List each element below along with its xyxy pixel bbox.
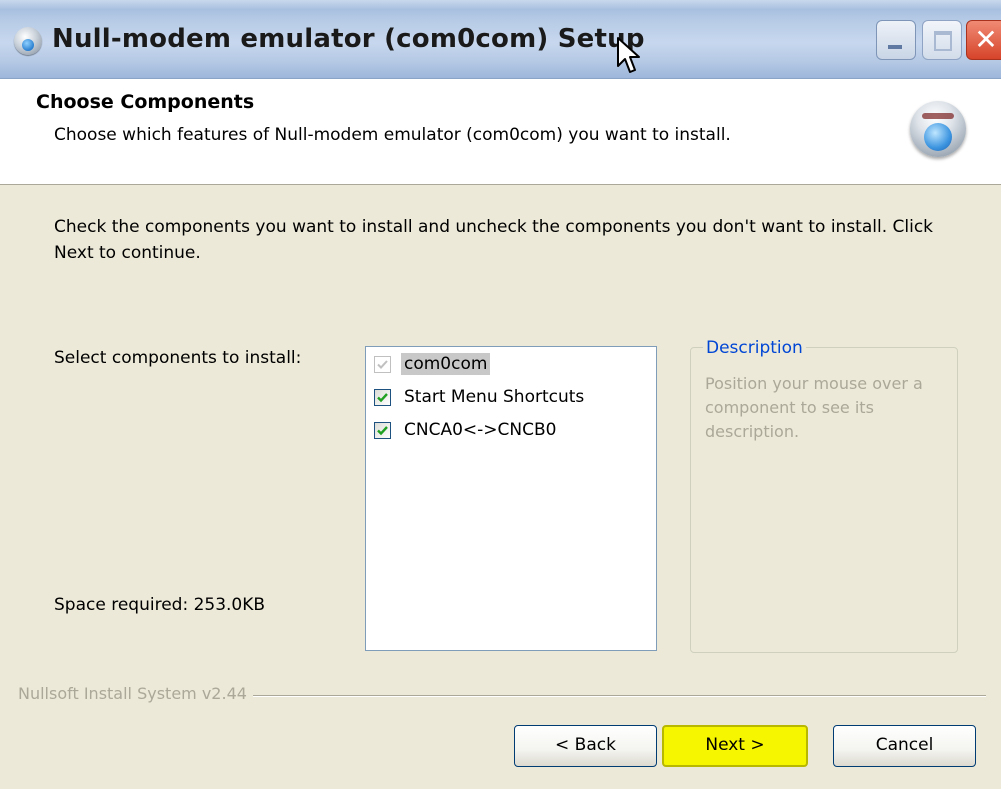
branding-text: Nullsoft Install System v2.44 — [18, 684, 253, 703]
description-legend: Description — [703, 338, 806, 358]
component-item-com0com[interactable]: com0com — [374, 351, 491, 377]
space-required-label: Space required: 253.0KB — [54, 595, 266, 615]
page-title: Choose Components — [36, 91, 255, 113]
window-title: Null-modem emulator (com0com) Setup — [52, 24, 645, 54]
description-group: Description Position your mouse over a c… — [690, 338, 958, 653]
check-icon — [377, 425, 388, 435]
component-item-cnca0-cncb0[interactable]: CNCA0<->CNCB0 — [374, 417, 559, 443]
app-icon[interactable] — [14, 27, 42, 55]
instructions-text: Check the components you want to install… — [54, 217, 934, 263]
cancel-button[interactable]: Cancel — [833, 725, 976, 767]
installer-window: Null-modem emulator (com0com) Setup ✕ Ch… — [0, 0, 1001, 789]
header-panel: Choose Components Choose which features … — [0, 79, 1001, 185]
description-text: Position your mouse over a component to … — [705, 374, 923, 441]
checkbox-start-menu-shortcuts[interactable] — [374, 388, 391, 406]
maximize-button[interactable] — [922, 20, 962, 60]
next-button[interactable]: Next > — [662, 725, 808, 767]
checkbox-com0com[interactable] — [374, 355, 391, 373]
component-item-start-menu-shortcuts[interactable]: Start Menu Shortcuts — [374, 384, 587, 410]
check-icon — [377, 392, 388, 402]
components-tree[interactable]: com0com Start Menu Shortcuts CNCA0<->CNC… — [365, 346, 657, 651]
close-icon: ✕ — [974, 23, 998, 56]
page-subtitle: Choose which features of Null-modem emul… — [54, 125, 731, 145]
minimize-button[interactable] — [876, 20, 916, 60]
check-icon — [377, 359, 388, 369]
component-label[interactable]: com0com — [401, 353, 491, 375]
select-components-label: Select components to install: — [54, 348, 302, 368]
installer-icon — [910, 101, 966, 157]
checkbox-cnca0-cncb0[interactable] — [374, 421, 391, 439]
mouse-cursor-icon — [617, 37, 640, 73]
back-button[interactable]: < Back — [514, 725, 657, 767]
close-button[interactable]: ✕ — [966, 20, 1001, 60]
title-bar[interactable]: Null-modem emulator (com0com) Setup ✕ — [0, 0, 1001, 79]
component-label[interactable]: Start Menu Shortcuts — [401, 386, 587, 408]
component-label[interactable]: CNCA0<->CNCB0 — [401, 419, 559, 441]
